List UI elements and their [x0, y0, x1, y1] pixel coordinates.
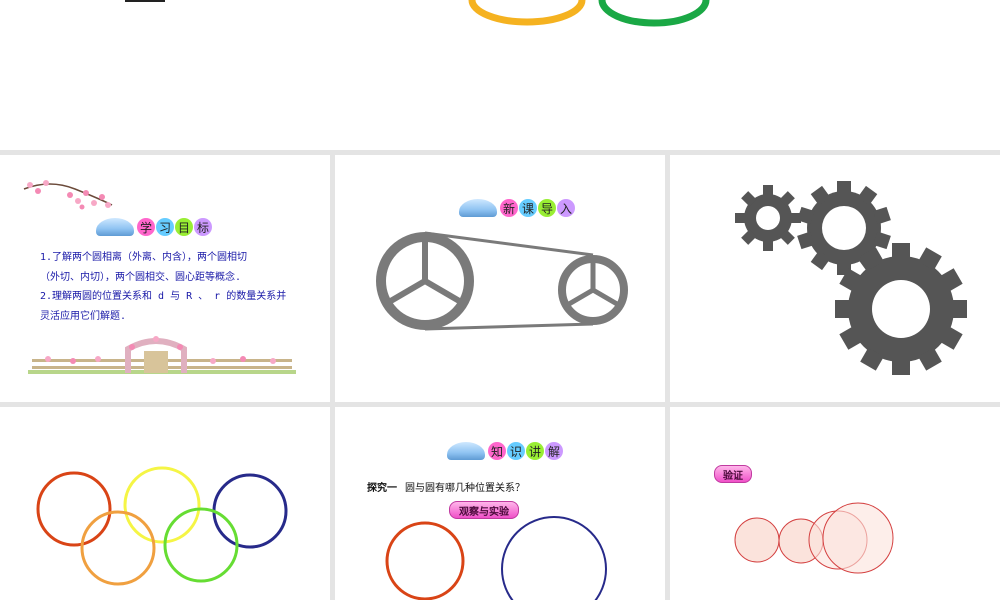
- ring-blue: [212, 473, 288, 549]
- ring-red: [36, 471, 112, 547]
- objective-line: 1.了解两个圆相离（外离、内含），两个圆相切: [40, 252, 248, 263]
- slide-edge-mark: [125, 0, 165, 2]
- badge-char: 导: [538, 199, 556, 217]
- olympic-rings-partial: [125, 0, 710, 27]
- olympic-rings-icon: [36, 466, 288, 586]
- green-ring-arc: [598, 0, 710, 27]
- two-circles-diagram: [385, 516, 607, 600]
- top-slide-partial[interactable]: [0, 0, 1000, 150]
- badge-char: 习: [156, 218, 174, 236]
- gear-icon: [735, 181, 967, 375]
- circle-1: [734, 517, 780, 563]
- objectives-text: 1.了解两个圆相离（外离、内含），两个圆相切 （外切、内切），两个圆相交、圆心距…: [40, 248, 310, 326]
- overlapping-circles-diagram: [734, 502, 894, 574]
- slide-olympic-rings[interactable]: [0, 407, 330, 600]
- garden-fence-icon: [28, 336, 296, 374]
- badge-char: 新: [500, 199, 518, 217]
- yellow-ring-arc: [468, 0, 586, 26]
- badge-char: 标: [194, 218, 212, 236]
- slide-verification[interactable]: 验证: [670, 407, 1000, 600]
- slide-gears[interactable]: [670, 155, 1000, 402]
- objective-line: （外切、内切），两个圆相交、圆心距等概念.: [40, 271, 242, 283]
- slide-new-lesson-intro[interactable]: 新 课 导 入: [335, 155, 665, 402]
- ring-yellow: [123, 466, 201, 544]
- ring-green: [163, 507, 239, 583]
- slide-learning-objectives[interactable]: 学 习 目 标 1.了解两个圆相离（外离、内含），两个圆相切 （外切、内切），两…: [0, 155, 330, 402]
- circle-blue: [501, 516, 607, 600]
- objective-line: 2.理解两圆的位置关系和 d 与 R 、 r 的数量关系并: [40, 291, 287, 302]
- ring-orange: [80, 510, 156, 586]
- objectives-badge: 学 习 目 标: [96, 218, 212, 236]
- badge-char: 入: [557, 199, 575, 217]
- circle-4: [822, 502, 894, 574]
- pulley-icon: [376, 231, 628, 331]
- circle-red: [385, 521, 465, 600]
- flower-branch-icon: [23, 180, 113, 210]
- slide-knowledge-explanation[interactable]: 知 识 讲 解 探究一 圆与圆有哪几种位置关系？ 观察与实验: [335, 407, 665, 600]
- badge-char: 学: [137, 218, 155, 236]
- badge-char: 课: [519, 199, 537, 217]
- book-icon: [459, 199, 497, 217]
- intro-badge: 新 课 导 入: [459, 199, 575, 217]
- badge-char: 目: [175, 218, 193, 236]
- book-icon: [96, 218, 134, 236]
- objective-line: 灵活应用它们解题.: [40, 310, 127, 322]
